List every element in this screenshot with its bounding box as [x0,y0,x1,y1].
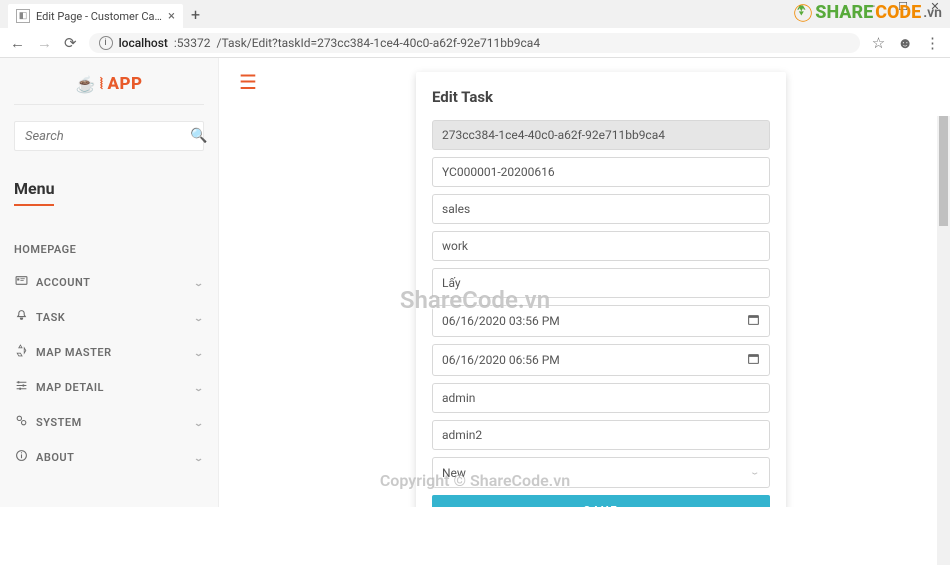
url-path: /Task/Edit?taskId=273cc384-1ce4-40c0-a62… [217,36,541,50]
datetime-start-field[interactable]: 06/16/2020 03:56 PM [432,305,770,337]
browser-tab[interactable]: ◧ Edit Page - Customer Care Depa × [8,4,183,28]
back-button[interactable]: ← [10,34,25,52]
menu-account[interactable]: ACCOUNT ⌄ [14,265,204,300]
new-tab-button[interactable]: + [183,3,208,26]
menu-map-detail[interactable]: MAP DETAIL ⌄ [14,370,204,405]
watermark-logo: SHARECODE.vn [793,2,942,23]
field-work[interactable]: work [432,231,770,261]
menu-label: SYSTEM [36,416,82,429]
watermark-vn: .vn [923,5,942,21]
profile-icon[interactable]: ☻ [897,34,913,52]
calendar-icon[interactable] [747,352,760,368]
app-logo-text: APP [108,74,143,94]
menu-label: TASK [36,311,65,324]
datetime-end-value: 06/16/2020 06:56 PM [442,353,747,367]
menu-label: ABOUT [36,451,74,464]
burger-icon[interactable]: ☰ [239,70,257,94]
id-card-icon [14,274,28,291]
chevron-down-icon: ⌄ [193,383,204,393]
menu-list: HOMEPAGE ACCOUNT ⌄ TASK ⌄ MAP MASTER ⌄ M… [14,234,204,475]
menu-about[interactable]: ABOUT ⌄ [14,440,204,475]
cup-icon: ☕ [75,75,95,94]
field-lay-value: Lấy [442,276,760,290]
chevron-down-icon: ⌄ [193,278,204,288]
code-value: YC000001-20200616 [442,165,760,179]
search-icon: 🔍 [190,128,207,144]
menu-homepage[interactable]: HOMEPAGE [14,234,204,265]
site-info-icon[interactable]: i [99,36,113,50]
menu-task[interactable]: TASK ⌄ [14,300,204,335]
field-work-value: work [442,239,760,253]
menu-system[interactable]: SYSTEM ⌄ [14,405,204,440]
chevron-down-icon: ⌄ [193,313,204,323]
task-id-value: 273cc384-1ce4-40c0-a62f-92e711bb9ca4 [442,128,760,142]
save-button[interactable]: SAVE [432,495,770,507]
code-field[interactable]: YC000001-20200616 [432,157,770,187]
scrollbar-thumb[interactable] [939,116,948,226]
datetime-start-value: 06/16/2020 03:56 PM [442,314,747,328]
recycle-icon [793,3,813,23]
star-icon[interactable]: ☆ [872,34,885,52]
menu-map-master[interactable]: MAP MASTER ⌄ [14,335,204,370]
address-bar: ← → ⟳ i localhost :53372/Task/Edit?taskId… [0,28,950,58]
chevron-down-icon: ⌄ [193,418,204,428]
sidebar: ☕ ⦚ APP 🔍 Menu HOMEPAGE ACCOUNT ⌄ TASK ⌄… [0,58,218,507]
field-lay[interactable]: Lấy [432,268,770,298]
menu-label: ACCOUNT [36,276,90,289]
user1-field[interactable]: admin [432,383,770,413]
status-value: New [442,466,749,480]
calendar-icon[interactable] [747,313,760,329]
menu-label: MAP MASTER [36,346,112,359]
form-title: Edit Task [432,88,770,106]
watermark-code: CODE [875,2,921,23]
datetime-end-field[interactable]: 06/16/2020 06:56 PM [432,344,770,376]
menu-icon[interactable]: ⋮ [925,34,940,52]
info-icon [14,449,28,466]
task-id-field: 273cc384-1ce4-40c0-a62f-92e711bb9ca4 [432,120,770,150]
tab-title: Edit Page - Customer Care Depa [36,10,162,23]
favicon-icon: ◧ [16,9,30,23]
waves-icon: ⦚ [100,75,104,93]
user2-value: admin2 [442,428,760,442]
page-body: ☕ ⦚ APP 🔍 Menu HOMEPAGE ACCOUNT ⌄ TASK ⌄… [0,58,950,507]
field-sales[interactable]: sales [432,194,770,224]
url-input[interactable]: i localhost :53372/Task/Edit?taskId=273cc… [89,33,860,53]
search-input[interactable] [25,129,190,144]
menu-heading: Menu [14,179,204,212]
chevron-down-icon: ⌄ [193,453,204,463]
recycle-icon [14,344,28,361]
field-sales-value: sales [442,202,760,216]
watermark-share: SHARE [815,2,873,23]
url-port: :53372 [174,36,211,50]
status-select[interactable]: New ⌄ [432,457,770,488]
user2-field[interactable]: admin2 [432,420,770,450]
bell-icon [14,309,28,326]
user1-value: admin [442,391,760,405]
sliders-icon [14,379,28,396]
search-box[interactable]: 🔍 [14,121,204,151]
url-host: localhost [119,36,168,50]
chevron-down-icon: ⌄ [193,348,204,358]
scrollbar-track[interactable] [937,116,950,565]
app-logo[interactable]: ☕ ⦚ APP [14,68,204,105]
gears-icon [14,414,28,431]
reload-button[interactable]: ⟳ [64,34,77,52]
edit-task-panel: Edit Task 273cc384-1ce4-40c0-a62f-92e711… [416,72,786,507]
tab-close-icon[interactable]: × [168,9,175,24]
menu-label: HOMEPAGE [14,243,76,256]
main-content: ☰ Edit Task 273cc384-1ce4-40c0-a62f-92e7… [218,58,950,507]
forward-button: → [37,34,52,52]
menu-label: MAP DETAIL [36,381,104,394]
chevron-down-icon: ⌄ [749,468,760,477]
